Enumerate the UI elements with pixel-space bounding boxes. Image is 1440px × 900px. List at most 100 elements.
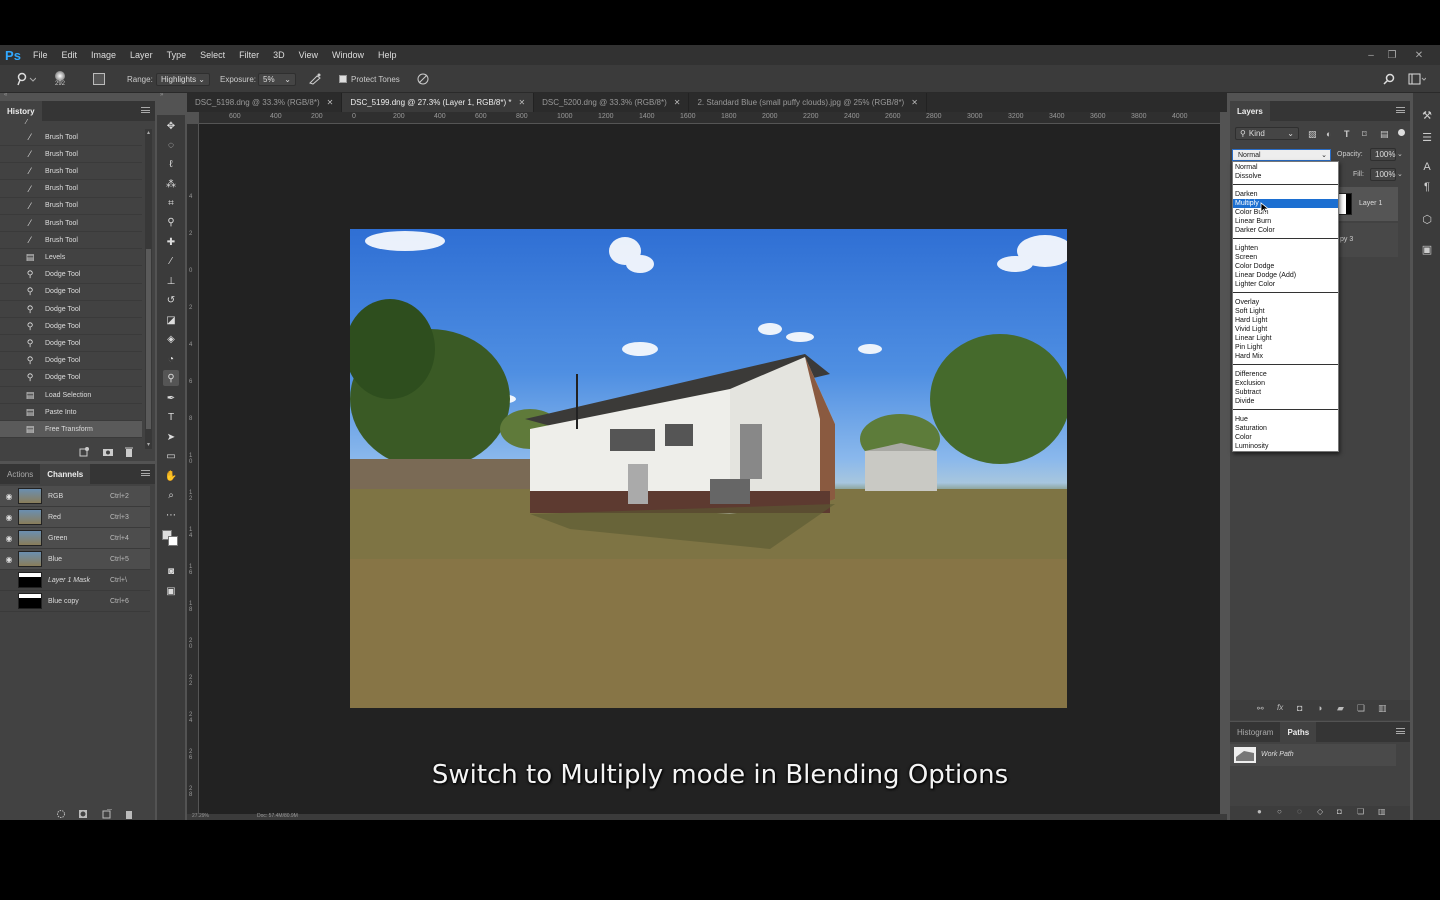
- blend-option-linear-dodge-add[interactable]: Linear Dodge (Add): [1233, 271, 1338, 280]
- screen-mode-icon[interactable]: ▣: [163, 583, 179, 599]
- eye-icon[interactable]: ◉: [0, 555, 18, 564]
- tab-channels[interactable]: Channels: [40, 464, 91, 484]
- history-item[interactable]: ⁄ Brush Tool: [0, 215, 142, 232]
- menu-help[interactable]: Help: [371, 50, 404, 60]
- properties-icon[interactable]: ⚒: [1419, 107, 1435, 123]
- blend-option-color-dodge[interactable]: Color Dodge: [1233, 262, 1338, 271]
- trash-icon[interactable]: [123, 446, 135, 458]
- blend-option-multiply[interactable]: Multiply: [1233, 199, 1338, 208]
- history-item[interactable]: ⁄ Brush Tool: [0, 146, 142, 164]
- blend-option-vivid-light[interactable]: Vivid Light: [1233, 325, 1338, 334]
- close-icon[interactable]: ✕: [911, 98, 918, 107]
- fill-path-icon[interactable]: ●: [1257, 807, 1262, 816]
- selection-to-path-icon[interactable]: ◇: [1317, 807, 1323, 816]
- blend-option-hard-mix[interactable]: Hard Mix: [1233, 352, 1338, 361]
- collapse-arrows-icon[interactable]: «: [4, 92, 7, 98]
- pen-tool-icon[interactable]: ✒: [163, 390, 179, 406]
- blend-option-exclusion[interactable]: Exclusion: [1233, 379, 1338, 388]
- blend-option-hard-light[interactable]: Hard Light: [1233, 316, 1338, 325]
- blend-option-normal[interactable]: Normal: [1233, 163, 1338, 172]
- blend-option-color-burn[interactable]: Color Burn: [1233, 208, 1338, 217]
- libraries-icon[interactable]: ▣: [1419, 241, 1435, 257]
- history-item[interactable]: ▤ Free Transform: [0, 421, 142, 439]
- type-tool-icon[interactable]: T: [163, 409, 179, 425]
- blend-option-soft-light[interactable]: Soft Light: [1233, 307, 1338, 316]
- 3d-icon[interactable]: ⬡: [1419, 211, 1435, 227]
- close-button[interactable]: ✕: [1408, 45, 1430, 65]
- scroll-down-icon[interactable]: ▾: [145, 441, 152, 448]
- blend-option-dissolve[interactable]: Dissolve: [1233, 172, 1338, 181]
- path-selection-icon[interactable]: ➤: [163, 429, 179, 445]
- channel-row[interactable]: Layer 1 Mask Ctrl+\: [0, 570, 150, 591]
- history-item[interactable]: ⁄ Brush Tool: [0, 129, 142, 146]
- save-selection-icon[interactable]: [78, 809, 88, 819]
- fx-icon[interactable]: fx: [1277, 703, 1283, 712]
- new-layer-icon[interactable]: ❏: [1357, 703, 1365, 714]
- menu-image[interactable]: Image: [84, 50, 123, 60]
- new-channel-icon[interactable]: [102, 808, 112, 819]
- filter-pixel-icon[interactable]: ▨: [1308, 129, 1317, 140]
- blend-option-screen[interactable]: Screen: [1233, 253, 1338, 262]
- brush-size-picker[interactable]: 292: [55, 65, 65, 93]
- history-item[interactable]: ⚲ Dodge Tool: [0, 267, 142, 284]
- hand-tool-icon[interactable]: ✋: [163, 468, 179, 484]
- blend-option-darker-color[interactable]: Darker Color: [1233, 226, 1338, 235]
- eye-icon[interactable]: ◉: [0, 513, 18, 522]
- document-tab[interactable]: DSC_5198.dng @ 33.3% (RGB/8*) ✕: [187, 93, 343, 112]
- document-tab[interactable]: 2. Standard Blue (small puffy clouds).jp…: [689, 93, 927, 112]
- menu-filter[interactable]: Filter: [232, 50, 266, 60]
- scroll-thumb[interactable]: [146, 249, 151, 429]
- rectangle-tool-icon[interactable]: ▭: [163, 448, 179, 464]
- history-item[interactable]: ⚲ Dodge Tool: [0, 370, 142, 387]
- layer-mask-thumbnail[interactable]: [1338, 193, 1352, 215]
- pressure-size-icon[interactable]: [416, 65, 430, 93]
- history-brush-icon[interactable]: ↺: [163, 292, 179, 308]
- history-item[interactable]: ⚲ Dodge Tool: [0, 335, 142, 353]
- channel-row[interactable]: ◉ Red Ctrl+3: [0, 507, 150, 528]
- exposure-input[interactable]: 5% ⌄: [258, 72, 296, 86]
- stroke-path-icon[interactable]: ○: [1277, 807, 1282, 816]
- marquee-tool-icon[interactable]: ◌: [163, 137, 179, 153]
- load-selection-icon[interactable]: [56, 809, 66, 819]
- add-mask-icon[interactable]: ◘: [1337, 807, 1342, 816]
- blend-option-darken[interactable]: Darken: [1233, 190, 1338, 199]
- background-color-swatch[interactable]: [168, 536, 178, 546]
- quick-mask-icon[interactable]: ◙: [163, 563, 179, 579]
- blend-option-linear-light[interactable]: Linear Light: [1233, 334, 1338, 343]
- path-to-selection-icon[interactable]: ◌: [1297, 807, 1302, 816]
- history-item[interactable]: ⁄ Brush Tool: [0, 181, 142, 198]
- history-item[interactable]: ⚲ Dodge Tool: [0, 284, 142, 301]
- minimize-button[interactable]: –: [1360, 45, 1382, 65]
- history-item[interactable]: ▤ Paste Into: [0, 404, 142, 422]
- menu-window[interactable]: Window: [325, 50, 371, 60]
- zoom-tool-icon[interactable]: ⌕: [163, 487, 179, 503]
- eyedropper-icon[interactable]: ⚲: [163, 214, 179, 230]
- brush-tool-icon[interactable]: ⁄: [163, 253, 179, 269]
- menu-layer[interactable]: Layer: [123, 50, 160, 60]
- panel-menu-icon[interactable]: [141, 470, 150, 476]
- panel-menu-icon[interactable]: [141, 107, 150, 113]
- menu-3d[interactable]: 3D: [266, 50, 292, 60]
- history-scrollbar[interactable]: ▴ ▾: [145, 129, 152, 449]
- fill-input[interactable]: 100%: [1370, 168, 1396, 181]
- crop-tool-icon[interactable]: ⌗: [163, 195, 179, 211]
- trash-icon[interactable]: ▥: [1378, 703, 1387, 714]
- blend-option-difference[interactable]: Difference: [1233, 370, 1338, 379]
- dodge-tool-icon[interactable]: ⚲: [163, 370, 179, 386]
- filter-smart-object-icon[interactable]: ▤: [1380, 129, 1389, 140]
- workspace-icon[interactable]: [1408, 65, 1426, 93]
- tab-paths[interactable]: Paths: [1280, 722, 1317, 742]
- paragraph-icon[interactable]: ¶: [1419, 179, 1435, 195]
- document-tab[interactable]: DSC_5200.dng @ 33.3% (RGB/8*) ✕: [534, 93, 690, 112]
- blend-option-saturation[interactable]: Saturation: [1233, 424, 1338, 433]
- filter-adjustment-icon[interactable]: ◐: [1326, 129, 1331, 139]
- blend-option-linear-burn[interactable]: Linear Burn: [1233, 217, 1338, 226]
- close-icon[interactable]: ✕: [518, 98, 525, 107]
- history-item[interactable]: ▤ Load Selection: [0, 387, 142, 404]
- airbrush-icon[interactable]: [308, 65, 322, 93]
- trash-icon[interactable]: [124, 809, 134, 819]
- filter-toggle-icon[interactable]: [1398, 129, 1405, 136]
- chevron-down-icon[interactable]: ⌄: [1397, 170, 1403, 178]
- more-tools-icon[interactable]: ⋯: [163, 507, 179, 523]
- blend-mode-select[interactable]: Normal ⌄: [1232, 149, 1331, 161]
